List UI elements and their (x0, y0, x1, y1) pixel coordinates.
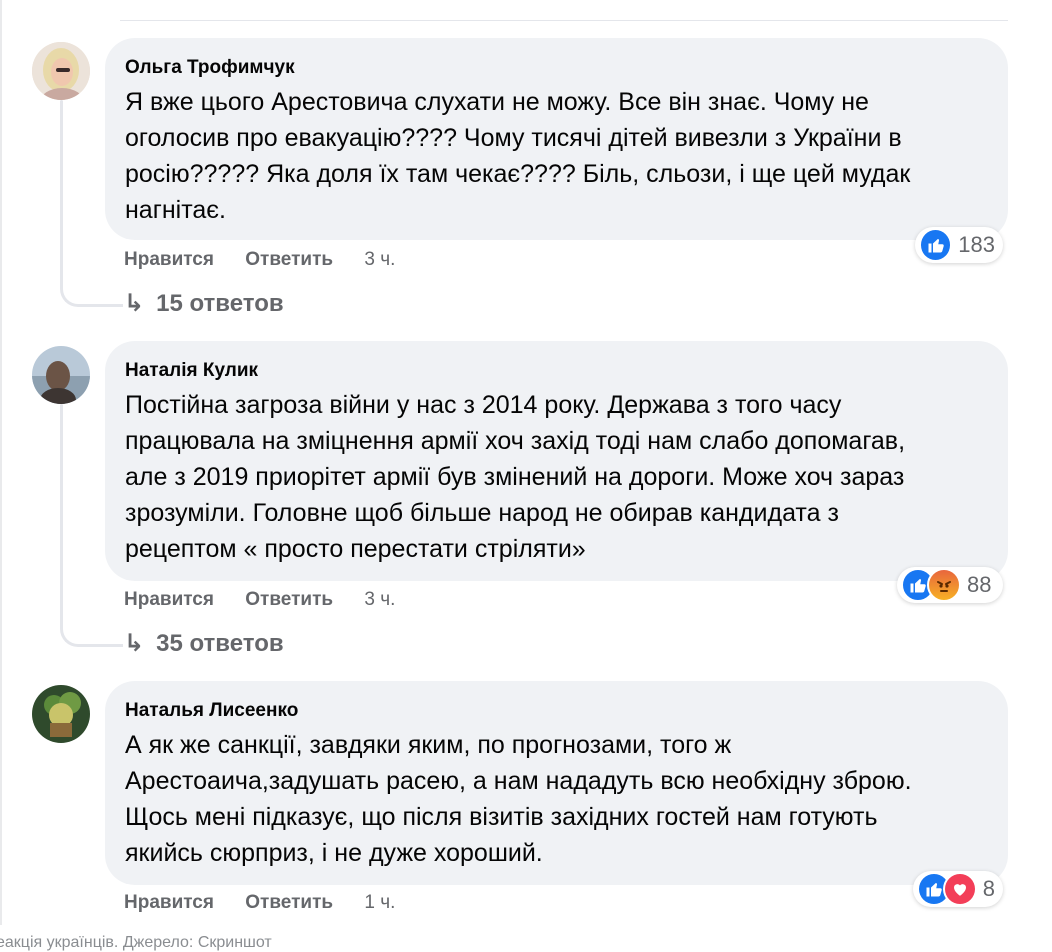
reactions-summary[interactable]: 8 (913, 871, 1003, 907)
comment-text: А як же санкції, завдяки яким, по прогно… (125, 731, 912, 867)
avatar-photo (32, 346, 90, 404)
avatar[interactable] (32, 685, 90, 743)
comment-timestamp[interactable]: 1 ч. (364, 892, 395, 913)
comment-actions: Нравится Ответить 3 ч. (124, 247, 395, 273)
comment-timestamp[interactable]: 3 ч. (364, 589, 395, 610)
comment-author[interactable]: Наталья Лисеенко (125, 699, 988, 723)
left-border (0, 0, 2, 925)
comment-author[interactable]: Ольга Трофимчук (125, 56, 988, 80)
thread-curve (60, 618, 123, 647)
comment-author[interactable]: Наталія Кулик (125, 359, 988, 383)
reaction-count: 88 (967, 572, 992, 597)
comment-bubble: Наталья Лисеенко А як же санкції, завдяк… (105, 681, 1008, 885)
reply-button[interactable]: Ответить (245, 589, 333, 610)
thread-line (60, 100, 63, 280)
like-icon (919, 228, 953, 262)
love-icon (942, 872, 977, 906)
reactions-summary[interactable]: 183 (915, 227, 1003, 263)
like-button[interactable]: Нравится (124, 249, 214, 270)
image-caption: еакція українців. Джерело: Скриншот (0, 934, 272, 951)
comment-bubble: Ольга Трофимчук Я вже цього Арестовича с… (105, 38, 1008, 240)
avatar[interactable] (32, 42, 90, 100)
view-replies-button[interactable]: ↳ 35 ответов (124, 629, 284, 659)
comment-bubble: Наталія Кулик Постійна загроза війни у н… (105, 341, 1008, 581)
comment-timestamp[interactable]: 3 ч. (364, 249, 395, 270)
avatar-photo (32, 685, 90, 743)
comment-text: Постійна загроза війни у нас з 2014 року… (125, 391, 906, 563)
avatar[interactable] (32, 346, 90, 404)
reply-button[interactable]: Ответить (245, 249, 333, 270)
reply-arrow-icon: ↳ (124, 290, 145, 317)
avatar-photo (32, 42, 90, 100)
like-button[interactable]: Нравится (124, 589, 214, 610)
thread-line (60, 404, 63, 620)
comment-actions: Нравится Ответить 3 ч. (124, 587, 395, 613)
reactions-summary[interactable]: 88 (897, 567, 1003, 603)
top-divider (120, 20, 1008, 21)
view-replies-button[interactable]: ↳ 15 ответов (124, 289, 284, 319)
like-button[interactable]: Нравится (124, 892, 214, 913)
comment-actions: Нравится Ответить 1 ч. (124, 890, 395, 916)
thread-curve (60, 278, 123, 307)
angry-icon (927, 568, 961, 602)
reply-arrow-icon: ↳ (124, 630, 145, 657)
reaction-count: 8 (982, 876, 995, 901)
comment-text: Я вже цього Арестовича слухати не можу. … (125, 88, 911, 224)
replies-count: 15 ответов (156, 290, 284, 317)
reaction-count: 183 (958, 232, 995, 257)
replies-count: 35 ответов (156, 630, 284, 657)
reply-button[interactable]: Ответить (245, 892, 333, 913)
